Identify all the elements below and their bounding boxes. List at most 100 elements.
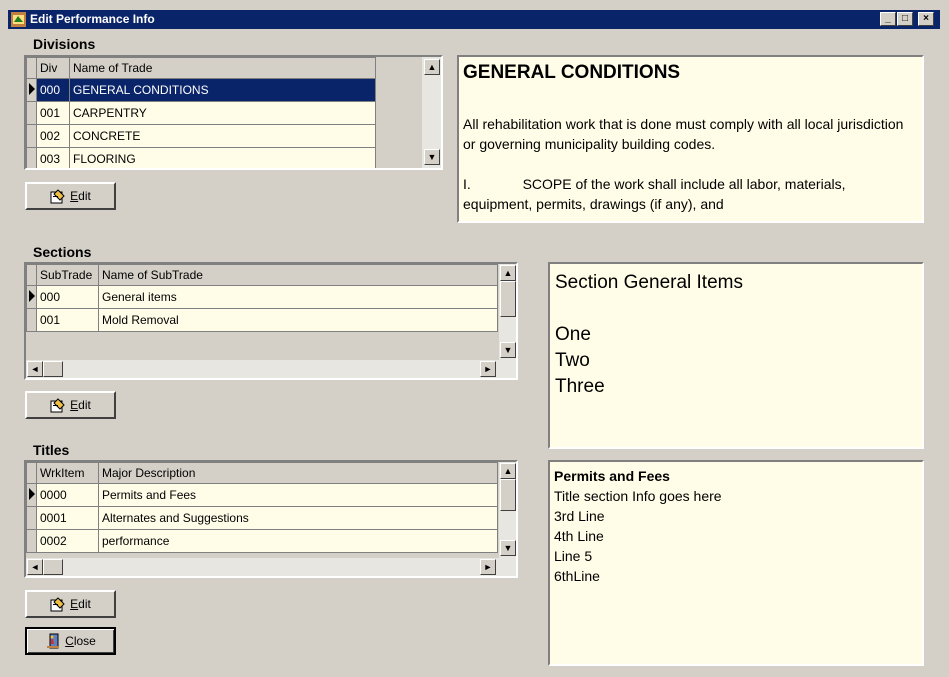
- table-cell[interactable]: 000: [36, 285, 99, 309]
- column-header[interactable]: Div: [36, 57, 70, 79]
- table-cell[interactable]: performance: [98, 529, 498, 553]
- scroll-down-button[interactable]: ▼: [424, 149, 440, 165]
- scroll-left-button[interactable]: ◄: [27, 559, 43, 575]
- division-memo-numeral: I.: [463, 176, 471, 192]
- scroll-left-button[interactable]: ◄: [27, 361, 43, 377]
- title-memo-line: 4th Line: [554, 528, 604, 544]
- window-title: Edit Performance Info: [30, 12, 155, 26]
- table-cell[interactable]: 002: [36, 124, 70, 148]
- table-row[interactable]: 002 CONCRETE: [26, 124, 376, 148]
- table-cell[interactable]: CARPENTRY: [69, 101, 376, 125]
- column-header[interactable]: WrkItem: [36, 462, 99, 484]
- table-cell[interactable]: 0001: [36, 506, 99, 530]
- table-cell[interactable]: 000: [36, 78, 70, 102]
- sections-label: Sections: [33, 244, 92, 260]
- section-memo-line: Three: [555, 376, 605, 397]
- titles-label: Titles: [33, 442, 70, 458]
- scroll-down-button[interactable]: ▼: [500, 342, 516, 358]
- table-row[interactable]: 000 GENERAL CONDITIONS: [26, 78, 376, 102]
- section-memo-line: Two: [555, 350, 590, 371]
- sections-table: SubTrade Name of SubTrade 000 General it…: [26, 264, 498, 332]
- row-indicator: [26, 285, 37, 309]
- edit-icon: [50, 398, 65, 413]
- section-memo-line: Section General Items: [555, 272, 743, 293]
- edit-button-label: Edit: [70, 597, 91, 611]
- titles-table: WrkItem Major Description 0000 Permits a…: [26, 462, 498, 553]
- title-memo-line: 3rd Line: [554, 508, 605, 524]
- title-memo-heading: Permits and Fees: [554, 468, 670, 484]
- table-cell[interactable]: General items: [98, 285, 498, 309]
- table-cell[interactable]: 0000: [36, 483, 99, 507]
- column-header[interactable]: Name of Trade: [69, 57, 376, 79]
- sections-vertical-scrollbar[interactable]: ▲ ▼: [498, 264, 516, 360]
- app-icon: [11, 12, 26, 27]
- table-cell[interactable]: 0002: [36, 529, 99, 553]
- table-row[interactable]: 0002 performance: [26, 529, 498, 553]
- divisions-edit-button[interactable]: Edit: [25, 182, 116, 210]
- window-title-bar[interactable]: Edit Performance Info _ □ ×: [8, 10, 940, 29]
- sections-horizontal-scrollbar[interactable]: ◄ ►: [26, 360, 516, 378]
- edit-icon: [50, 597, 65, 612]
- titles-horizontal-scrollbar[interactable]: ◄ ►: [26, 558, 516, 576]
- scroll-thumb[interactable]: [500, 479, 516, 511]
- table-cell[interactable]: Mold Removal: [98, 308, 498, 332]
- scroll-down-button[interactable]: ▼: [500, 540, 516, 556]
- divisions-grid[interactable]: Div Name of Trade 000 GENERAL CONDITIONS…: [24, 55, 443, 170]
- table-cell[interactable]: 001: [36, 101, 70, 125]
- edit-button-label: Edit: [70, 189, 91, 203]
- scroll-up-button[interactable]: ▲: [500, 463, 516, 479]
- table-cell[interactable]: Alternates and Suggestions: [98, 506, 498, 530]
- close-window-button[interactable]: ×: [918, 12, 934, 26]
- sections-edit-button[interactable]: Edit: [25, 391, 116, 419]
- minimize-button[interactable]: _: [880, 12, 896, 26]
- division-memo-paragraph: All rehabilitation work that is done mus…: [463, 116, 904, 152]
- table-header-row: Div Name of Trade: [26, 57, 376, 79]
- titles-grid[interactable]: WrkItem Major Description 0000 Permits a…: [24, 460, 518, 578]
- table-cell[interactable]: GENERAL CONDITIONS: [69, 78, 376, 102]
- table-row[interactable]: 001 CARPENTRY: [26, 101, 376, 125]
- title-memo-line: Title section Info goes here: [554, 488, 722, 504]
- table-row[interactable]: 0001 Alternates and Suggestions: [26, 506, 498, 530]
- title-memo-line: Line 5: [554, 548, 593, 564]
- division-description-memo[interactable]: GENERAL CONDITIONS All rehabilitation wo…: [457, 55, 924, 223]
- exit-door-icon: [47, 633, 60, 649]
- titles-edit-button[interactable]: Edit: [25, 590, 116, 618]
- divisions-vertical-scrollbar[interactable]: ▲ ▼: [421, 57, 441, 168]
- table-cell[interactable]: Permits and Fees: [98, 483, 498, 507]
- table-row[interactable]: 003 FLOORING: [26, 147, 376, 168]
- table-header-row: WrkItem Major Description: [26, 462, 498, 484]
- section-description-memo[interactable]: Section General Items One Two Three: [548, 262, 924, 449]
- title-description-memo[interactable]: Permits and Fees Title section Info goes…: [548, 460, 924, 666]
- divisions-table: Div Name of Trade 000 GENERAL CONDITIONS…: [26, 57, 376, 168]
- row-pointer-icon: [28, 82, 35, 95]
- scroll-right-button[interactable]: ►: [480, 559, 496, 575]
- close-button[interactable]: Close: [25, 627, 116, 655]
- close-button-label: Close: [65, 634, 96, 648]
- row-indicator: [26, 78, 37, 102]
- division-memo-scope: SCOPE of the work shall include all labo…: [463, 176, 846, 212]
- table-cell[interactable]: CONCRETE: [69, 124, 376, 148]
- column-header[interactable]: Major Description: [98, 462, 498, 484]
- edit-icon: [50, 189, 65, 204]
- scroll-thumb[interactable]: [43, 559, 63, 575]
- scroll-up-button[interactable]: ▲: [424, 59, 440, 75]
- table-row[interactable]: 000 General items: [26, 285, 498, 309]
- row-pointer-icon: [28, 487, 35, 500]
- sections-grid[interactable]: SubTrade Name of SubTrade 000 General it…: [24, 262, 518, 380]
- scroll-thumb[interactable]: [43, 361, 63, 377]
- table-row[interactable]: 0000 Permits and Fees: [26, 483, 498, 507]
- maximize-button[interactable]: □: [897, 12, 913, 26]
- scroll-thumb[interactable]: [500, 281, 516, 317]
- column-header[interactable]: Name of SubTrade: [98, 264, 498, 286]
- table-cell[interactable]: FLOORING: [69, 147, 376, 168]
- table-row[interactable]: 001 Mold Removal: [26, 308, 498, 332]
- table-header-row: SubTrade Name of SubTrade: [26, 264, 498, 286]
- table-cell[interactable]: 001: [36, 308, 99, 332]
- row-pointer-icon: [28, 289, 35, 302]
- titles-vertical-scrollbar[interactable]: ▲ ▼: [498, 462, 516, 558]
- edit-button-label: Edit: [70, 398, 91, 412]
- scroll-up-button[interactable]: ▲: [500, 265, 516, 281]
- column-header[interactable]: SubTrade: [36, 264, 99, 286]
- table-cell[interactable]: 003: [36, 147, 70, 168]
- scroll-right-button[interactable]: ►: [480, 361, 496, 377]
